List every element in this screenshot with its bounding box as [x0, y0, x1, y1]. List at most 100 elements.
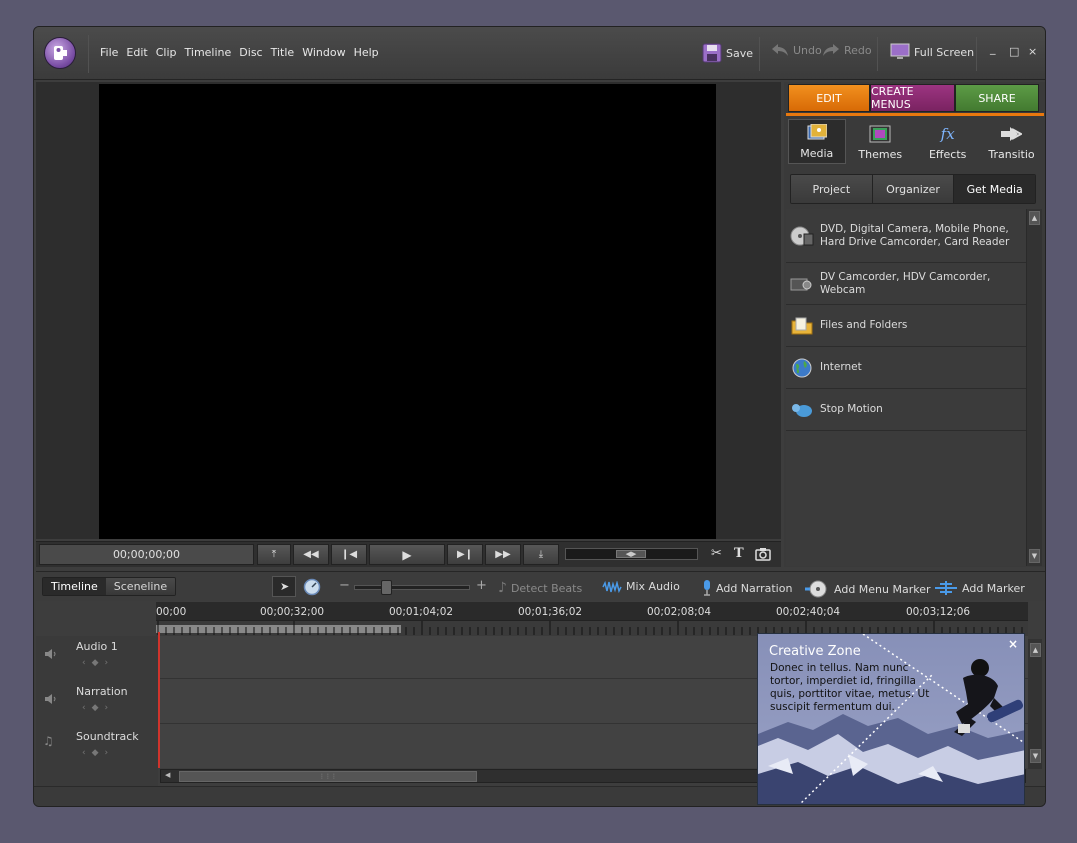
add-marker-label: Add Marker	[962, 581, 1025, 595]
scroll-up-arrow[interactable]: ▲	[1029, 211, 1040, 225]
tab-sceneline[interactable]: Sceneline	[105, 578, 176, 595]
music-note-icon[interactable]: ♫	[43, 734, 57, 748]
menu-timeline[interactable]: Timeline	[185, 46, 232, 59]
add-menu-marker-label: Add Menu Marker	[834, 582, 931, 596]
shuttle-thumb[interactable]: ◀▶	[616, 550, 646, 558]
menu-disc[interactable]: Disc	[239, 46, 262, 59]
get-media-stop-motion[interactable]: Stop Motion	[786, 389, 1026, 431]
app-logo-icon[interactable]	[44, 37, 76, 69]
add-marker-button[interactable]: Add Marker	[934, 580, 1025, 596]
timecode-display[interactable]: 00;00;00;00	[39, 544, 254, 565]
selection-tool-button[interactable]: ➤	[272, 576, 296, 597]
get-media-dvd-camera[interactable]: DVD, Digital Camera, Mobile Phone, Hard D…	[786, 209, 1026, 263]
menu-help[interactable]: Help	[354, 46, 379, 59]
timeline-vertical-scrollbar[interactable]: ▲ ▼	[1028, 639, 1042, 769]
add-menu-marker-button[interactable]: Add Menu Marker	[804, 580, 931, 598]
scroll-left-arrow[interactable]: ◀	[165, 771, 170, 779]
globe-icon	[792, 358, 812, 377]
creative-zone-close-button[interactable]: ×	[1008, 637, 1018, 651]
panel-scrollbar[interactable]: ▲ ▼	[1026, 209, 1042, 566]
keyframe-nav-icon[interactable]: ‹◆›	[82, 748, 114, 758]
stop-motion-icon	[792, 403, 812, 417]
speaker-icon[interactable]	[44, 693, 58, 705]
ruler-label: 00;00	[156, 606, 187, 618]
tab-project[interactable]: Project	[791, 175, 873, 203]
shuttle-slider[interactable]: ◀▶	[565, 548, 698, 560]
time-ruler[interactable]: 00;00 00;00;32;00 00;01;04;02 00;01;36;0…	[156, 602, 1028, 636]
save-button[interactable]: Save	[702, 43, 753, 63]
mix-audio-button[interactable]: Mix Audio	[602, 580, 680, 593]
menu-file[interactable]: File	[100, 46, 118, 59]
snowboarder-image	[758, 634, 1024, 804]
zoom-slider[interactable]	[354, 580, 470, 595]
tasks-panel: EDIT CREATE MENUS SHARE Media Themes fx …	[784, 82, 1045, 567]
menu-edit[interactable]: Edit	[126, 46, 147, 59]
tab-get-media[interactable]: Get Media	[954, 175, 1035, 203]
tab-media[interactable]: Media	[788, 119, 846, 164]
close-button[interactable]: ×	[1028, 45, 1037, 58]
undo-button[interactable]: Undo	[771, 43, 822, 57]
add-narration-button[interactable]: Add Narration	[702, 580, 792, 596]
go-to-start-icon: ⤒	[271, 549, 277, 560]
step-forward-button[interactable]: ▶❙	[447, 544, 483, 565]
zoom-slider-thumb[interactable]	[381, 580, 392, 595]
fx-icon: fx	[940, 125, 955, 143]
media-icon	[807, 124, 827, 140]
timeline-view-tabs: Timeline Sceneline	[42, 577, 177, 596]
rewind-icon: ◀◀	[303, 549, 319, 560]
play-button[interactable]: ▶	[369, 544, 445, 565]
camcorder-icon	[790, 278, 812, 290]
minimize-button[interactable]: _	[990, 42, 996, 55]
go-to-end-button[interactable]: ⤓	[523, 544, 559, 565]
full-screen-button[interactable]: Full Screen	[890, 43, 974, 61]
track-audio-1[interactable]: Audio 1 ‹◆›	[36, 636, 158, 681]
scrollbar-thumb[interactable]: ⋮⋮⋮	[179, 771, 477, 782]
tab-edit[interactable]: EDIT	[788, 84, 870, 112]
step-forward-icon: ▶❙	[456, 549, 474, 560]
preview-screen[interactable]	[99, 84, 716, 539]
detect-beats-button[interactable]: ♪ Detect Beats	[498, 580, 582, 596]
get-media-internet[interactable]: Internet	[786, 347, 1026, 389]
scroll-down-arrow[interactable]: ▼	[1029, 549, 1040, 563]
keyframe-nav-icon[interactable]: ‹◆›	[82, 703, 114, 713]
maximize-button[interactable]: □	[1009, 45, 1019, 58]
tab-timeline[interactable]: Timeline	[43, 578, 106, 595]
menu-clip[interactable]: Clip	[156, 46, 177, 59]
creative-zone-popup: × Creative Zone Donec in tellus. Nam nun…	[757, 633, 1025, 805]
speaker-icon[interactable]	[44, 648, 58, 660]
scissors-icon[interactable]: ✂	[711, 546, 722, 561]
step-back-button[interactable]: ❙◀	[331, 544, 367, 565]
tab-transitions[interactable]: Transitio	[980, 119, 1038, 164]
tab-media-label: Media	[800, 147, 834, 160]
menu-window[interactable]: Window	[302, 46, 345, 59]
tab-organizer[interactable]: Organizer	[872, 175, 955, 203]
tab-create-menus[interactable]: CREATE MENUS	[870, 84, 955, 112]
camera-icon[interactable]	[755, 547, 771, 561]
scroll-up-arrow[interactable]: ▲	[1030, 643, 1041, 657]
zoom-out-button[interactable]: −	[339, 578, 350, 593]
zoom-in-button[interactable]: +	[476, 578, 487, 593]
tab-effects[interactable]: fx Effects	[915, 119, 980, 164]
rewind-button[interactable]: ◀◀	[293, 544, 329, 565]
keyframe-nav-icon[interactable]: ‹◆›	[82, 658, 114, 668]
redo-button[interactable]: Redo	[822, 43, 872, 57]
scroll-down-arrow[interactable]: ▼	[1030, 749, 1041, 763]
text-icon[interactable]: T	[734, 546, 744, 561]
transitions-icon	[1001, 127, 1023, 141]
mode-indicator	[786, 113, 1044, 116]
time-stretch-icon[interactable]	[303, 578, 321, 596]
get-media-files-folders[interactable]: Files and Folders	[786, 305, 1026, 347]
go-to-start-button[interactable]: ⤒	[257, 544, 291, 565]
full-screen-label: Full Screen	[914, 45, 975, 59]
playhead[interactable]	[158, 632, 160, 768]
tab-share[interactable]: SHARE	[955, 84, 1039, 112]
menu-title[interactable]: Title	[271, 46, 295, 59]
microphone-icon	[704, 580, 710, 596]
fast-forward-button[interactable]: ▶▶	[485, 544, 521, 565]
track-soundtrack[interactable]: ♫ Soundtrack ‹◆›	[36, 726, 158, 771]
folder-icon	[791, 317, 813, 334]
get-media-dv-camcorder[interactable]: DV Camcorder, HDV Camcorder, Webcam	[786, 263, 1026, 305]
tab-themes[interactable]: Themes	[846, 119, 915, 164]
audio-waveform-icon	[602, 580, 622, 593]
track-narration[interactable]: Narration ‹◆›	[36, 681, 158, 726]
